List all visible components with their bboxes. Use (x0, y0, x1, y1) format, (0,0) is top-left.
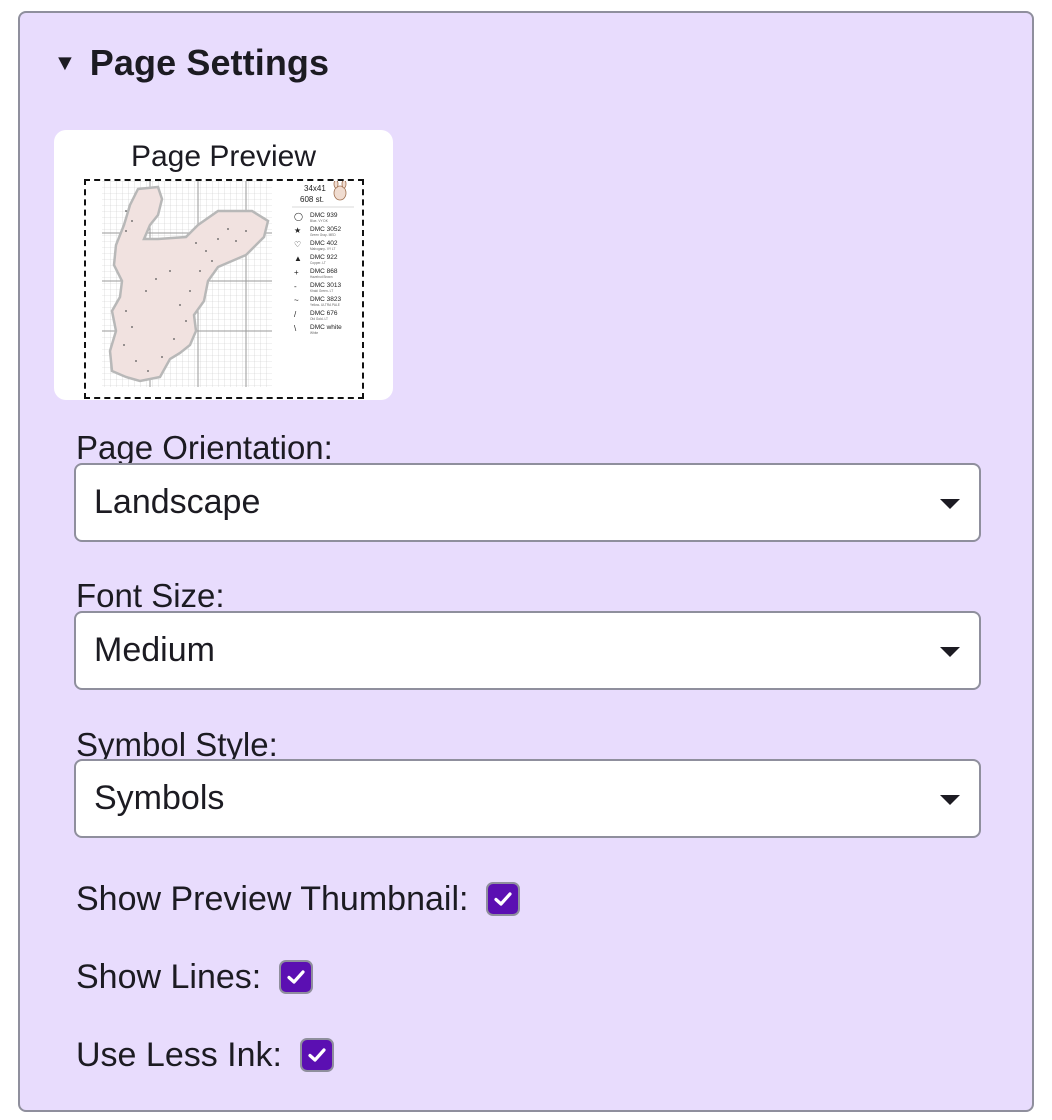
page-settings-toggle[interactable]: ▼ Page Settings (53, 42, 330, 83)
legend-code: DMC 939 (310, 212, 338, 219)
legend-symbol: / (294, 310, 297, 319)
symbol-style-select[interactable]: Symbols (74, 759, 981, 838)
page-orientation-value: Landscape (94, 483, 261, 521)
preview-page-thumbnail: 34x41 608 st. ◯ DMC 939 Blue- VY DK ★ DMC 30… (84, 179, 364, 399)
legend-name: Blue- VY DK (310, 219, 329, 223)
panel-title: Page Settings (89, 42, 330, 83)
legend-name: White (310, 331, 318, 335)
font-size-select[interactable]: Medium (74, 611, 981, 690)
page-preview-card: Page Preview 34x41 608 st. ◯ DMC 939 Blu… (54, 130, 393, 400)
legend-symbol: ~ (294, 296, 299, 305)
page-orientation-select[interactable]: Landscape (74, 463, 981, 542)
page-orientation-label: Page Orientation: (76, 431, 333, 465)
checkmark-icon (308, 1048, 326, 1062)
use-less-ink-label: Use Less Ink: (76, 1035, 282, 1074)
preview-info-line2: 608 st. (300, 195, 324, 204)
disclosure-triangle-icon: ▼ (53, 50, 77, 75)
legend-code: DMC 868 (310, 268, 338, 275)
legend-code: DMC 3013 (310, 282, 341, 289)
symbol-style-value: Symbols (94, 779, 225, 817)
legend-symbol: ◯ (294, 212, 303, 221)
legend-code: DMC white (310, 324, 342, 331)
preview-page-graphic: 34x41 608 st. ◯ DMC 939Blue- VY DK ★ DMC 30… (102, 181, 354, 387)
show-lines-label: Show Lines: (76, 957, 262, 996)
show-lines-checkbox[interactable] (279, 960, 314, 994)
legend-name: Khaki Green- LT (310, 289, 333, 293)
preview-title: Page Preview (130, 140, 317, 173)
pattern-chart (102, 181, 272, 387)
legend-name: Old Gold- LT (310, 317, 328, 321)
legend-code: DMC 402 (310, 240, 338, 247)
show-lines-row: Show Lines: (76, 957, 314, 997)
show-thumbnail-label: Show Preview Thumbnail: (76, 879, 469, 918)
legend-name: Green Gray- MED (310, 233, 336, 237)
use-less-ink-checkbox[interactable] (299, 1038, 334, 1072)
page-settings-panel: ▼ Page Settings Page Preview 34x41 608 s… (18, 11, 1034, 1112)
legend-name: Mahogany- VY LT (310, 247, 335, 251)
legend-code: DMC 3052 (310, 226, 341, 233)
dropdown-arrow-icon (940, 795, 960, 805)
checkmark-icon (287, 970, 305, 984)
checkmark-icon (494, 892, 513, 906)
legend-code: DMC 922 (310, 254, 338, 261)
bunny-thumbnail-icon (333, 181, 347, 201)
font-size-value: Medium (94, 631, 215, 669)
legend-symbol: ♡ (294, 240, 301, 249)
legend-name: Copper- LT (310, 261, 326, 265)
dropdown-arrow-icon (940, 647, 960, 657)
symbol-style-label: Symbol Style: (76, 728, 278, 762)
preview-info-line1: 34x41 (304, 184, 326, 193)
dropdown-arrow-icon (940, 499, 960, 509)
legend-symbol: \ (294, 324, 297, 333)
show-thumbnail-checkbox[interactable] (486, 882, 521, 916)
legend-name: Yellow- ULTRA PALE (310, 303, 340, 307)
legend-code: DMC 676 (310, 310, 338, 317)
legend-symbol: ▲ (294, 254, 302, 263)
font-size-label: Font Size: (76, 579, 225, 613)
legend-name: Hazelnut Brown (310, 275, 333, 279)
legend-symbol: + (294, 268, 299, 277)
use-less-ink-row: Use Less Ink: (76, 1035, 334, 1075)
legend-code: DMC 3823 (310, 296, 341, 303)
show-thumbnail-row: Show Preview Thumbnail: (76, 879, 521, 919)
legend-symbol: - (294, 282, 297, 291)
preview-legend: 34x41 608 st. ◯ DMC 939Blue- VY DK ★ DMC 30… (292, 181, 354, 335)
legend-symbol: ★ (294, 226, 301, 235)
